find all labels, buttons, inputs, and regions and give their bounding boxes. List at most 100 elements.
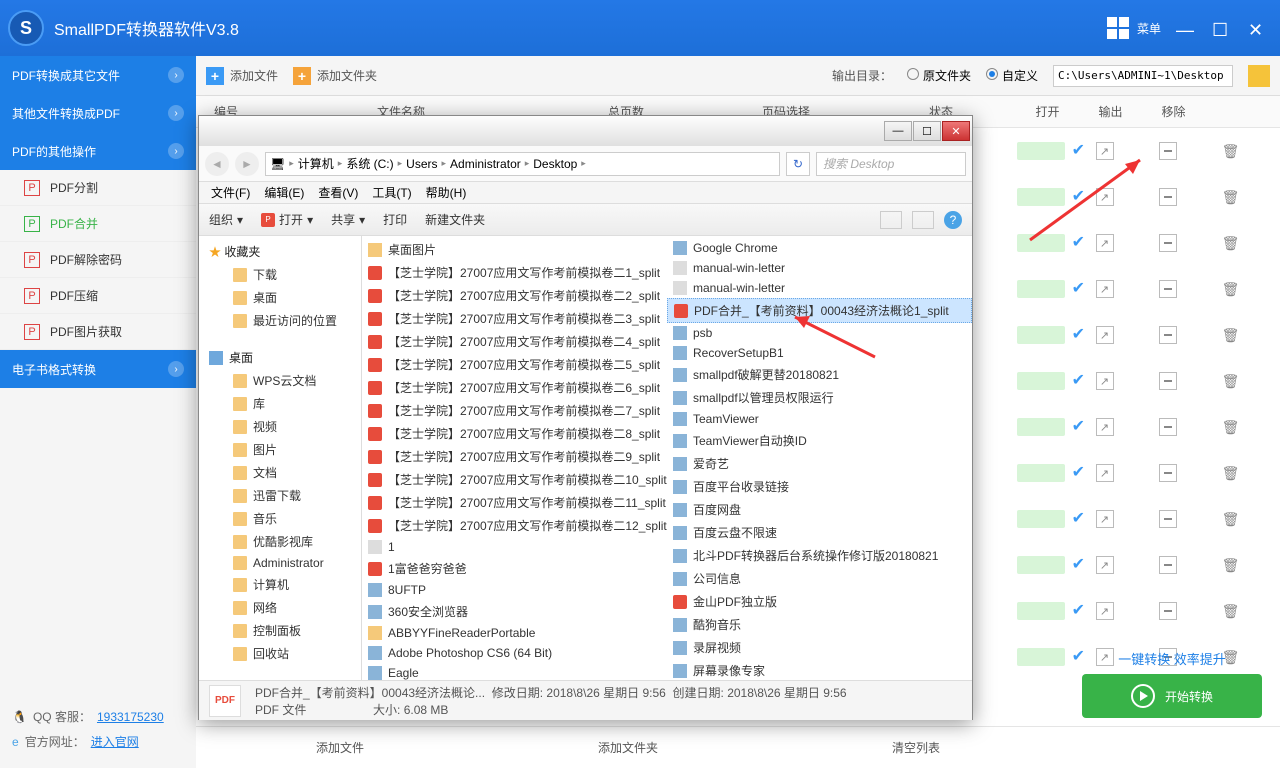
trash-icon[interactable]: 🗑 <box>1222 603 1240 620</box>
tree-item[interactable]: 网络 <box>199 596 361 619</box>
sidebar-cat-2[interactable]: PDF的其他操作› <box>0 132 196 170</box>
tree-item[interactable]: 下载 <box>199 263 361 286</box>
trash-icon[interactable]: 🗑 <box>1222 281 1240 298</box>
refresh-button[interactable]: ↻ <box>786 152 810 176</box>
file-item[interactable]: 金山PDF独立版 <box>667 590 972 613</box>
file-item[interactable]: Eagle <box>362 663 667 680</box>
foot-clear[interactable]: 清空列表 <box>772 739 1060 756</box>
tool-organize[interactable]: 组织 ▾ <box>209 211 243 228</box>
breadcrumb[interactable]: 🖥▸计算机▸系统 (C:)▸Users▸Administrator▸Deskto… <box>265 152 780 176</box>
sidebar-item-unlock[interactable]: PPDF解除密码 <box>0 242 196 278</box>
output-icon[interactable] <box>1159 142 1177 160</box>
sidebar-cat-0[interactable]: PDF转换成其它文件› <box>0 56 196 94</box>
file-item[interactable]: 8UFTP <box>362 580 667 600</box>
file-item[interactable]: smallpdf以管理员权限运行 <box>667 386 972 409</box>
output-icon[interactable] <box>1159 510 1177 528</box>
file-item[interactable]: 【芝士学院】27007应用文写作考前模拟卷二10_split <box>362 468 667 491</box>
trash-icon[interactable]: 🗑 <box>1222 235 1240 252</box>
add-file-button[interactable]: +添加文件 <box>206 67 278 85</box>
search-input[interactable]: 搜索 Desktop <box>816 152 966 176</box>
foot-add-file[interactable]: 添加文件 <box>196 739 484 756</box>
sidebar-item-image[interactable]: PPDF图片获取 <box>0 314 196 350</box>
file-item[interactable]: 【芝士学院】27007应用文写作考前模拟卷二5_split <box>362 353 667 376</box>
menu-item[interactable]: 文件(F) <box>205 182 256 203</box>
nav-back[interactable]: ◄ <box>205 152 229 176</box>
add-folder-button[interactable]: +添加文件夹 <box>293 67 377 85</box>
file-item[interactable]: 桌面图片 <box>362 238 667 261</box>
trash-icon[interactable]: 🗑 <box>1222 419 1240 436</box>
output-icon[interactable] <box>1159 280 1177 298</box>
file-item[interactable]: TeamViewer自动换ID <box>667 429 972 452</box>
trash-icon[interactable]: 🗑 <box>1222 143 1240 160</box>
open-icon[interactable]: ↗ <box>1096 142 1114 160</box>
file-item[interactable]: PDF合并_【考前资料】00043经济法概论1_split <box>667 298 972 323</box>
help-icon[interactable]: ? <box>944 211 962 229</box>
view-mode-icon[interactable] <box>880 211 902 229</box>
output-path-input[interactable] <box>1053 65 1233 87</box>
open-icon[interactable]: ↗ <box>1096 372 1114 390</box>
preview-pane-icon[interactable] <box>912 211 934 229</box>
sidebar-cat-3[interactable]: 电子书格式转换› <box>0 350 196 388</box>
trash-icon[interactable]: 🗑 <box>1222 373 1240 390</box>
tool-print[interactable]: 打印 <box>383 211 407 228</box>
output-icon[interactable] <box>1159 602 1177 620</box>
output-icon[interactable] <box>1159 372 1177 390</box>
sidebar-item-compress[interactable]: PPDF压缩 <box>0 278 196 314</box>
dialog-minimize[interactable]: ― <box>884 121 912 141</box>
output-icon[interactable] <box>1159 188 1177 206</box>
site-link[interactable]: 进入官网 <box>91 733 139 750</box>
radio-custom[interactable]: 自定义 <box>986 67 1038 84</box>
file-item[interactable]: 百度平台收录链接 <box>667 475 972 498</box>
tree-item[interactable]: 优酷影视库 <box>199 530 361 553</box>
file-item[interactable]: smallpdf破解更替20180821 <box>667 363 972 386</box>
tool-open[interactable]: P打开 ▾ <box>261 211 313 228</box>
file-item[interactable]: 百度网盘 <box>667 498 972 521</box>
trash-icon[interactable]: 🗑 <box>1222 189 1240 206</box>
file-item[interactable]: 【芝士学院】27007应用文写作考前模拟卷二11_split <box>362 491 667 514</box>
open-icon[interactable]: ↗ <box>1096 234 1114 252</box>
tree-item[interactable]: Administrator <box>199 553 361 573</box>
open-icon[interactable]: ↗ <box>1096 464 1114 482</box>
start-convert-button[interactable]: 开始转换 <box>1082 674 1262 718</box>
menu-item[interactable]: 帮助(H) <box>420 182 473 203</box>
maximize-button[interactable]: ☐ <box>1212 20 1228 36</box>
file-item[interactable]: manual-win-letter <box>667 258 972 278</box>
menu-button[interactable]: 菜单 <box>1107 17 1161 39</box>
file-item[interactable]: 【芝士学院】27007应用文写作考前模拟卷二9_split <box>362 445 667 468</box>
file-item[interactable]: 1富爸爸穷爸爸 <box>362 557 667 580</box>
menu-item[interactable]: 编辑(E) <box>258 182 310 203</box>
sidebar-cat-1[interactable]: 其他文件转换成PDF› <box>0 94 196 132</box>
close-button[interactable]: ✕ <box>1248 20 1264 36</box>
tree-item[interactable]: 库 <box>199 392 361 415</box>
open-icon[interactable]: ↗ <box>1096 188 1114 206</box>
file-item[interactable]: 公司信息 <box>667 567 972 590</box>
tree-item[interactable]: 视频 <box>199 415 361 438</box>
file-item[interactable]: 【芝士学院】27007应用文写作考前模拟卷二1_split <box>362 261 667 284</box>
file-item[interactable]: 360安全浏览器 <box>362 600 667 623</box>
file-item[interactable]: 【芝士学院】27007应用文写作考前模拟卷二4_split <box>362 330 667 353</box>
tree-item[interactable]: 文档 <box>199 461 361 484</box>
output-icon[interactable] <box>1159 418 1177 436</box>
output-icon[interactable] <box>1159 234 1177 252</box>
tree-item[interactable]: 计算机 <box>199 573 361 596</box>
nav-fwd[interactable]: ► <box>235 152 259 176</box>
open-icon[interactable]: ↗ <box>1096 602 1114 620</box>
browse-button[interactable] <box>1248 65 1270 87</box>
trash-icon[interactable]: 🗑 <box>1222 511 1240 528</box>
output-icon[interactable] <box>1159 326 1177 344</box>
tree-item[interactable]: WPS云文档 <box>199 369 361 392</box>
file-item[interactable]: Google Chrome <box>667 238 972 258</box>
open-icon[interactable]: ↗ <box>1096 326 1114 344</box>
file-item[interactable]: TeamViewer <box>667 409 972 429</box>
file-item[interactable]: 【芝士学院】27007应用文写作考前模拟卷二8_split <box>362 422 667 445</box>
file-item[interactable]: 【芝士学院】27007应用文写作考前模拟卷二6_split <box>362 376 667 399</box>
file-item[interactable]: 爱奇艺 <box>667 452 972 475</box>
menu-item[interactable]: 工具(T) <box>366 182 417 203</box>
tree-item[interactable]: ★ 收藏夹 <box>199 240 361 263</box>
dialog-close[interactable]: ✕ <box>942 121 970 141</box>
trash-icon[interactable]: 🗑 <box>1222 327 1240 344</box>
file-item[interactable]: 【芝士学院】27007应用文写作考前模拟卷二12_split <box>362 514 667 537</box>
file-item[interactable]: 【芝士学院】27007应用文写作考前模拟卷二7_split <box>362 399 667 422</box>
file-item[interactable]: 1 <box>362 537 667 557</box>
file-item[interactable]: 酷狗音乐 <box>667 613 972 636</box>
